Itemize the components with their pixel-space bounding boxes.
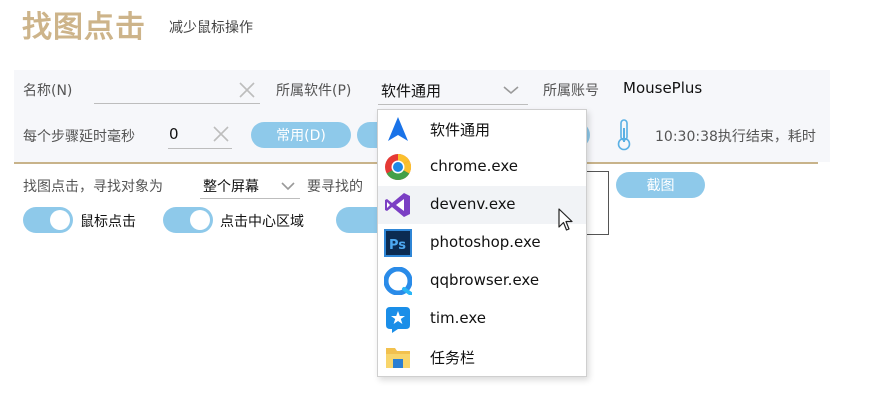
delay-label: 每个步骤延时毫秒 (23, 129, 135, 145)
thermometer-icon (617, 119, 631, 151)
svg-text:Ps: Ps (389, 238, 406, 253)
name-input[interactable] (94, 78, 236, 102)
dropdown-item-label: chrome.exe (430, 157, 518, 175)
software-select[interactable]: 软件通用 (372, 74, 524, 104)
tim-icon (386, 307, 410, 333)
image-label: 要寻找的 (307, 179, 363, 195)
third-toggle[interactable] (336, 207, 380, 233)
toggle-knob (190, 210, 210, 230)
chrome-icon (385, 153, 412, 181)
page-title: 找图点击 (22, 10, 146, 45)
center-click-label: 点击中心区域 (220, 214, 304, 230)
dropdown-item[interactable]: devenv.exe (378, 186, 586, 224)
chevron-down-icon (281, 182, 295, 191)
software-select-underline (378, 104, 528, 105)
mouse-click-label: 鼠标点击 (80, 214, 136, 230)
delay-input[interactable]: 0 (169, 125, 179, 143)
name-input-underline (94, 103, 260, 104)
toggle-knob (50, 210, 70, 230)
account-value: MousePlus (623, 79, 703, 97)
visual-studio-icon (385, 193, 410, 217)
target-select-underline (200, 198, 300, 199)
account-label: 所属账号 (543, 83, 599, 99)
dropdown-item-label: devenv.exe (430, 195, 516, 213)
chevron-down-icon (503, 86, 519, 95)
target-select[interactable]: 整个屏幕 (200, 172, 300, 198)
dropdown-item[interactable]: qqbrowser.exe (378, 262, 586, 300)
dropdown-item[interactable]: Ps photoshop.exe (378, 224, 586, 262)
page-subtitle: 减少鼠标操作 (169, 20, 253, 36)
status-text: 10:30:38执行结束，耗时 (655, 129, 816, 145)
dropdown-item[interactable]: 任务栏 (378, 338, 586, 376)
dropdown-item-label: 任务栏 (430, 349, 476, 367)
common-button[interactable]: 常用(D) (251, 122, 351, 148)
screenshot-button[interactable]: 截图 (616, 172, 705, 198)
folder-icon (386, 348, 410, 368)
mouse-cursor-icon (558, 208, 573, 231)
software-label: 所属软件(P) (276, 83, 352, 99)
dropdown-item-label: photoshop.exe (430, 233, 541, 251)
hidden-button-left[interactable] (357, 122, 379, 148)
photoshop-icon: Ps (384, 229, 412, 257)
dropdown-item[interactable]: tim.exe (378, 300, 586, 338)
target-select-value: 整个屏幕 (203, 179, 259, 195)
name-label: 名称(N) (23, 83, 73, 99)
find-target-label: 找图点击，寻找对象为 (23, 179, 163, 195)
dropdown-item-label: 软件通用 (430, 121, 491, 139)
qqbrowser-icon (384, 267, 412, 295)
delay-input-underline (168, 148, 232, 149)
dropdown-item[interactable]: chrome.exe (378, 148, 586, 186)
arrow-icon (388, 117, 408, 141)
clear-name-icon[interactable] (238, 81, 256, 99)
software-select-value: 软件通用 (381, 82, 442, 100)
center-click-toggle[interactable] (163, 207, 213, 233)
clear-delay-icon[interactable] (212, 125, 230, 143)
dropdown-item-label: qqbrowser.exe (430, 271, 540, 289)
dropdown-item[interactable]: 软件通用 (378, 110, 586, 148)
software-dropdown-list: 软件通用 chrome.exe devenv.exe Ps photoshop.… (377, 109, 587, 377)
mouse-click-toggle[interactable] (23, 207, 73, 233)
dropdown-item-label: tim.exe (430, 309, 487, 327)
